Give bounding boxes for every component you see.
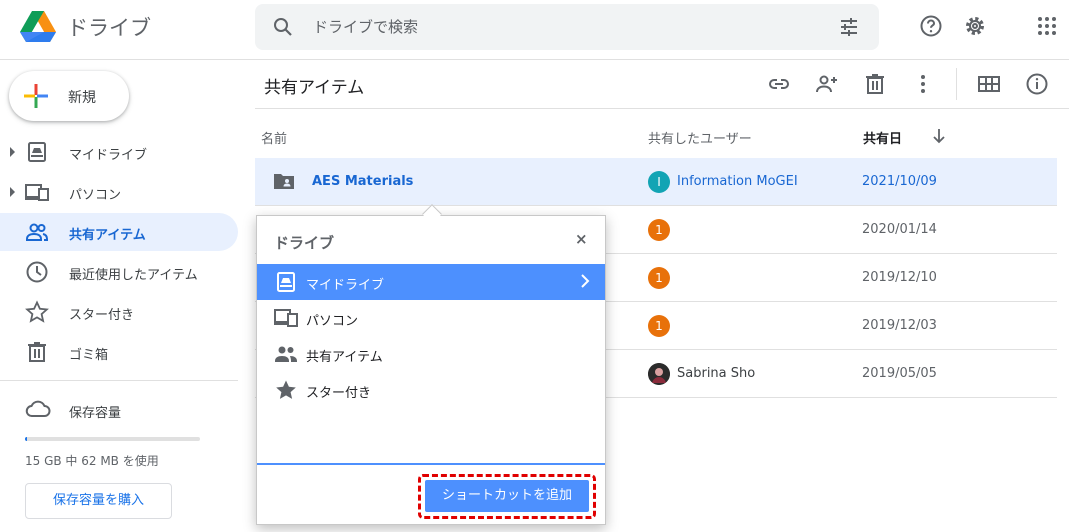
- expand-caret-icon[interactable]: [10, 147, 15, 157]
- grid-view-icon[interactable]: [977, 72, 1001, 96]
- column-header-shared-by[interactable]: 共有したユーザー: [648, 128, 752, 147]
- table-row[interactable]: AES Materials I Information MoGEI 2021/1…: [255, 158, 1057, 206]
- storage-usage-text: 15 GB 中 62 MB を使用: [25, 454, 159, 468]
- computer-icon: [274, 309, 298, 327]
- search-bar[interactable]: [255, 4, 879, 50]
- clock-icon: [26, 261, 48, 283]
- dialog-item-my-drive[interactable]: マイドライブ: [257, 264, 605, 300]
- sidebar-item-starred[interactable]: スター付き: [0, 293, 238, 331]
- sidebar-item-label: マイドライブ: [69, 148, 148, 163]
- avatar: I: [648, 171, 670, 193]
- drive-icon: [28, 142, 46, 162]
- sidebar-item-recent[interactable]: 最近使用したアイテム: [0, 253, 238, 291]
- dialog-item-shared[interactable]: 共有アイテム: [257, 336, 605, 372]
- buy-storage-button[interactable]: 保存容量を購入: [25, 483, 172, 519]
- shared-date: 2021/10/09: [862, 174, 937, 189]
- apps-grid-icon[interactable]: [1035, 14, 1059, 38]
- dialog-item-label: スター付き: [306, 386, 372, 401]
- dialog-title: ドライブ: [274, 234, 335, 252]
- sidebar-item-trash[interactable]: ゴミ箱: [0, 333, 238, 371]
- storage-progress-bar: [25, 437, 200, 441]
- search-options-icon[interactable]: [839, 17, 859, 37]
- star-icon: [25, 300, 49, 323]
- avatar: 1: [648, 219, 670, 241]
- sidebar-item-computers[interactable]: パソコン: [0, 173, 238, 211]
- shared-icon: [275, 346, 297, 362]
- new-button-label: 新規: [68, 90, 96, 106]
- sidebar-item-label: パソコン: [69, 188, 122, 203]
- search-icon[interactable]: [273, 17, 293, 37]
- shared-icon: [26, 223, 48, 241]
- sidebar-item-label: ゴミ箱: [69, 348, 109, 363]
- add-shortcut-dialog: ドライブ × マイドライブ パソコン 共有アイテム スター付き ショートカットを…: [256, 215, 606, 525]
- sidebar-item-my-drive[interactable]: マイドライブ: [0, 133, 238, 171]
- toolbar-divider: [956, 68, 957, 100]
- avatar: 1: [648, 315, 670, 337]
- page-title: 共有アイテム: [264, 78, 365, 98]
- header-divider: [255, 108, 1069, 109]
- computer-icon: [25, 184, 49, 201]
- trash-icon: [28, 342, 46, 362]
- dialog-item-label: パソコン: [306, 314, 359, 329]
- shared-date: 2019/05/05: [862, 366, 937, 381]
- more-vert-icon[interactable]: [911, 72, 935, 96]
- shared-date: 2020/01/14: [862, 222, 937, 237]
- column-header-date[interactable]: 共有日: [863, 128, 902, 147]
- link-icon[interactable]: [767, 72, 791, 96]
- close-icon[interactable]: ×: [575, 230, 588, 248]
- info-icon[interactable]: [1025, 72, 1049, 96]
- shared-by-user: Sabrina Sho: [677, 366, 756, 381]
- help-icon[interactable]: [919, 14, 943, 38]
- expand-caret-icon[interactable]: [10, 187, 15, 197]
- star-icon: [276, 380, 296, 399]
- plus-icon: [24, 84, 48, 108]
- file-name[interactable]: AES Materials: [312, 174, 413, 189]
- chevron-right-icon[interactable]: [580, 274, 590, 288]
- dialog-item-starred[interactable]: スター付き: [257, 372, 605, 408]
- avatar: 1: [648, 267, 670, 289]
- search-input[interactable]: [313, 12, 813, 42]
- shared-date: 2019/12/03: [862, 318, 937, 333]
- sort-arrow-down-icon[interactable]: [932, 128, 946, 144]
- drive-icon: [277, 272, 295, 292]
- cloud-icon: [25, 400, 51, 417]
- sidebar-item-label: 最近使用したアイテム: [69, 268, 198, 283]
- app-name: ドライブ: [67, 16, 151, 40]
- shared-date: 2019/12/10: [862, 270, 937, 285]
- gear-icon[interactable]: [963, 14, 987, 38]
- sidebar-item-label: 共有アイテム: [69, 228, 146, 243]
- trash-icon[interactable]: [863, 72, 887, 96]
- column-header-name[interactable]: 名前: [261, 128, 287, 147]
- dialog-item-label: 共有アイテム: [306, 350, 383, 365]
- dialog-item-computers[interactable]: パソコン: [257, 300, 605, 336]
- storage-progress-fill: [25, 437, 27, 441]
- dialog-footer-divider: [257, 463, 605, 465]
- avatar: [648, 363, 670, 385]
- dialog-item-label: マイドライブ: [306, 278, 385, 293]
- add-shortcut-button[interactable]: ショートカットを追加: [425, 480, 589, 512]
- sidebar-divider: [0, 380, 238, 381]
- add-person-icon[interactable]: [815, 72, 839, 96]
- sidebar-item-label: スター付き: [69, 308, 135, 323]
- storage-label: 保存容量: [69, 406, 122, 421]
- sidebar-item-shared[interactable]: 共有アイテム: [0, 213, 238, 251]
- shared-by-user: Information MoGEI: [677, 174, 798, 189]
- drive-logo-icon[interactable]: [20, 11, 56, 43]
- shared-folder-icon: [274, 174, 294, 189]
- new-button[interactable]: 新規: [9, 71, 129, 121]
- top-bar: ドライブ: [0, 0, 1069, 60]
